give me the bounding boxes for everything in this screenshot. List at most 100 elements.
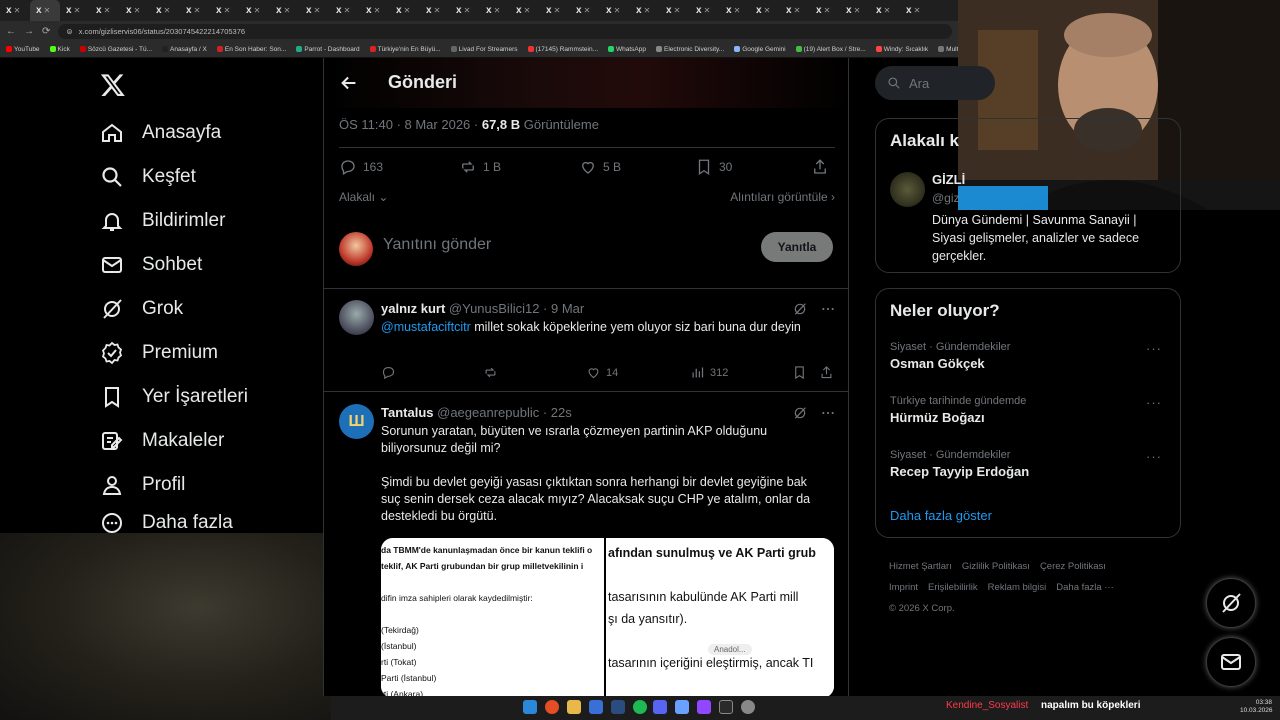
- browser-tab[interactable]: x ✕: [570, 0, 600, 21]
- nav-item-yer-i̇şaretleri[interactable]: Yer İşaretleri: [100, 381, 248, 413]
- bookmark-item[interactable]: Anasayfa / X: [162, 46, 207, 53]
- bookmark-item[interactable]: YouTube: [6, 46, 40, 53]
- tab-close-icon[interactable]: ✕: [14, 6, 21, 15]
- tab-close-icon[interactable]: ✕: [194, 6, 201, 15]
- footer-link[interactable]: Gizlilik Politikası: [962, 561, 1030, 572]
- browser-tab[interactable]: x ✕: [900, 0, 930, 21]
- post-time[interactable]: ÖS 11:40 · 8 Mar 2026 ·: [339, 117, 482, 132]
- browser-tab[interactable]: x ✕: [0, 0, 30, 21]
- tweet-author[interactable]: Tantalus @aegeanrepublic · 22s: [381, 405, 572, 420]
- avatar[interactable]: [339, 300, 374, 335]
- bookmark-item[interactable]: Google Gemini: [734, 46, 786, 53]
- reply-button[interactable]: Yanıtla: [761, 232, 833, 262]
- bookmark-item[interactable]: Parrot - Dashboard: [296, 46, 360, 53]
- browser-tab[interactable]: x ✕: [90, 0, 120, 21]
- chrome-icon[interactable]: [545, 700, 559, 714]
- bookmark-item[interactable]: En Son Haber: Son...: [216, 46, 286, 53]
- sort-dropdown[interactable]: Alakalı ⌄: [339, 190, 388, 204]
- browser-tab[interactable]: x ✕: [630, 0, 660, 21]
- repost-action[interactable]: [483, 365, 498, 380]
- share-action[interactable]: [811, 158, 829, 176]
- views-action[interactable]: 312: [690, 365, 728, 380]
- tab-close-icon[interactable]: ✕: [914, 6, 921, 15]
- reload-icon[interactable]: ⟳: [42, 26, 50, 37]
- tab-close-icon[interactable]: ✕: [134, 6, 141, 15]
- mention-link[interactable]: @mustafaciftcitr: [381, 320, 471, 334]
- tab-close-icon[interactable]: ✕: [74, 6, 81, 15]
- footer-link[interactable]: Daha fazla ···: [1056, 582, 1114, 593]
- tab-close-icon[interactable]: ✕: [734, 6, 741, 15]
- browser-tab[interactable]: x ✕: [810, 0, 840, 21]
- browser-tab[interactable]: x ✕: [210, 0, 240, 21]
- bookmark-item[interactable]: Windy: Sıcaklık: [875, 46, 928, 53]
- bookmark-item[interactable]: Multi TV - 6 haber: [938, 46, 960, 53]
- tweet-author[interactable]: yalnız kurt @YunusBilici12 · 9 Mar: [381, 301, 584, 316]
- more-options-icon[interactable]: ···: [1146, 449, 1162, 464]
- repost-action[interactable]: 1 B: [459, 158, 501, 176]
- source-tag[interactable]: Anadol...: [708, 644, 752, 655]
- tab-close-icon[interactable]: ✕: [674, 6, 681, 15]
- app-icon[interactable]: [589, 700, 603, 714]
- folder-icon[interactable]: [567, 700, 581, 714]
- reply-action[interactable]: 163: [339, 158, 383, 176]
- bookmark-item[interactable]: Livad For Streamers: [450, 46, 518, 53]
- nav-item-premium[interactable]: Premium: [100, 337, 218, 369]
- back-nav-icon[interactable]: ←: [6, 26, 16, 37]
- browser-tab[interactable]: x ✕: [780, 0, 810, 21]
- nav-item-bildirimler[interactable]: Bildirimler: [100, 205, 225, 237]
- tab-close-icon[interactable]: ✕: [584, 6, 591, 15]
- discord-icon[interactable]: [653, 700, 667, 714]
- browser-tab[interactable]: x ✕: [300, 0, 330, 21]
- browser-tab[interactable]: x ✕: [240, 0, 270, 21]
- like-action[interactable]: 5 B: [579, 158, 621, 176]
- windows-start-icon[interactable]: [523, 700, 537, 714]
- app-icon[interactable]: [719, 700, 733, 714]
- browser-tab[interactable]: x ✕: [600, 0, 630, 21]
- browser-tab[interactable]: x ✕: [360, 0, 390, 21]
- nav-item-sohbet[interactable]: Sohbet: [100, 249, 202, 281]
- browser-tab[interactable]: x ✕: [540, 0, 570, 21]
- back-arrow-icon[interactable]: [338, 72, 360, 94]
- bookmark-item[interactable]: Kick: [49, 46, 70, 53]
- forward-nav-icon[interactable]: →: [24, 26, 34, 37]
- more-options-icon[interactable]: [820, 405, 836, 421]
- obs-icon[interactable]: [741, 700, 755, 714]
- browser-tab[interactable]: x ✕: [60, 0, 90, 21]
- tab-close-icon[interactable]: ✕: [344, 6, 351, 15]
- messages-fab-button[interactable]: [1206, 637, 1256, 687]
- bookmark-action[interactable]: [792, 365, 807, 380]
- url-field[interactable]: ⊜ x.com/gizliservis06/status/20307454222…: [58, 23, 952, 39]
- grok-icon[interactable]: [792, 301, 808, 317]
- nav-item-grok[interactable]: Grok: [100, 293, 183, 325]
- app-icon[interactable]: [675, 700, 689, 714]
- browser-tab[interactable]: x ✕: [330, 0, 360, 21]
- bookmark-item[interactable]: (17145) Rammstein...: [527, 46, 598, 53]
- tab-close-icon[interactable]: ✕: [614, 6, 621, 15]
- browser-tab[interactable]: x ✕: [390, 0, 420, 21]
- nav-item-profil[interactable]: Profil: [100, 469, 185, 501]
- tab-close-icon[interactable]: ✕: [764, 6, 771, 15]
- browser-tab[interactable]: x ✕: [750, 0, 780, 21]
- tab-close-icon[interactable]: ✕: [254, 6, 261, 15]
- browser-tab[interactable]: x ✕: [120, 0, 150, 21]
- footer-link[interactable]: Hizmet Şartları: [889, 561, 952, 572]
- browser-tab[interactable]: x ✕: [180, 0, 210, 21]
- tab-close-icon[interactable]: ✕: [704, 6, 711, 15]
- tab-close-icon[interactable]: ✕: [464, 6, 471, 15]
- tab-close-icon[interactable]: ✕: [884, 6, 891, 15]
- x-logo-icon[interactable]: [100, 72, 126, 98]
- tab-close-icon[interactable]: ✕: [644, 6, 651, 15]
- tab-close-icon[interactable]: ✕: [164, 6, 171, 15]
- footer-link[interactable]: Imprint: [889, 582, 918, 593]
- avatar[interactable]: [339, 232, 373, 266]
- tab-close-icon[interactable]: ✕: [104, 6, 111, 15]
- trend-item[interactable]: Türkiye tarihinde gündemde Hürmüz Boğazı ·…: [890, 395, 1170, 425]
- search-input[interactable]: Ara: [875, 66, 995, 100]
- browser-tab[interactable]: x ✕: [420, 0, 450, 21]
- browser-tab[interactable]: x ✕: [270, 0, 300, 21]
- steam-icon[interactable]: [611, 700, 625, 714]
- tab-close-icon[interactable]: ✕: [284, 6, 291, 15]
- browser-tab[interactable]: x ✕: [720, 0, 750, 21]
- bookmark-action[interactable]: 30: [695, 158, 732, 176]
- grok-icon[interactable]: [792, 405, 808, 421]
